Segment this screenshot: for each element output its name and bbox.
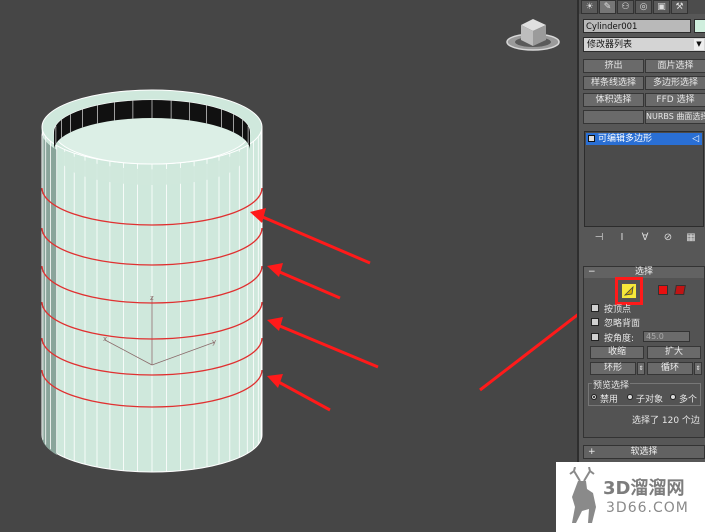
collapse-icon: − xyxy=(588,267,596,277)
loop-button[interactable]: 循环 xyxy=(647,362,693,375)
modifier-button-empty[interactable] xyxy=(583,110,644,124)
watermark-url: 3D66.COM xyxy=(606,500,689,516)
ignore-backfacing-checkbox[interactable] xyxy=(591,318,599,326)
modifier-list-dropdown[interactable]: 修改器列表 ▼ xyxy=(583,37,705,52)
show-end-result-icon[interactable]: Ⅰ xyxy=(616,232,628,244)
modifier-button-ffd-select[interactable]: FFD 选择 xyxy=(645,93,705,107)
by-vertex-checkbox[interactable] xyxy=(591,304,599,312)
poly-triangle-icon: ◁ xyxy=(692,134,699,144)
selection-status-text: 选择了 120 个边 xyxy=(632,416,700,426)
cylinder-mesh[interactable]: z x y xyxy=(41,89,263,473)
watermark: 3D溜溜网 3D66.COM xyxy=(556,462,705,532)
soft-selection-rollout: + 软选择 xyxy=(583,445,705,459)
modify-tab-brush-icon[interactable]: ✎ xyxy=(599,0,616,14)
preview-disabled-radio[interactable] xyxy=(591,394,597,400)
loop-spinner[interactable]: ⇕ xyxy=(694,362,702,375)
shrink-button[interactable]: 收缩 xyxy=(590,346,644,359)
modifier-button-extrude[interactable]: 挤出 xyxy=(583,59,644,73)
stack-toolbar: ⊣ Ⅰ ∀ ⊘ ▦ xyxy=(593,232,703,246)
viewport[interactable]: z x y xyxy=(0,0,577,532)
make-unique-icon[interactable]: ∀ xyxy=(639,232,651,244)
motion-tab-icon[interactable]: ◎ xyxy=(635,0,652,14)
ring-button[interactable]: 环形 xyxy=(590,362,636,375)
ring-spinner[interactable]: ⇕ xyxy=(637,362,645,375)
deer-logo xyxy=(569,467,596,523)
preview-subobject-label: 子对象 xyxy=(636,395,664,405)
by-vertex-label: 按顶点 xyxy=(604,305,632,315)
highlight-box xyxy=(615,277,643,305)
soft-selection-rollout-header[interactable]: + 软选择 xyxy=(584,446,704,458)
modifier-button-nurbs-surface-select[interactable]: NURBS 曲面选择 xyxy=(645,110,705,124)
polygon-subobject-icon[interactable] xyxy=(658,285,668,295)
remove-modifier-icon[interactable]: ⊘ xyxy=(662,232,674,244)
modifier-list-label: 修改器列表 xyxy=(587,40,633,50)
preview-selection-label: 预览选择 xyxy=(592,378,631,391)
stack-item-editable-poly[interactable]: 可编辑多边形 ◁ xyxy=(586,133,702,145)
selection-rollout: − 选择 按顶点 忽略背面 按角度: 45.0 收缩 扩大 环形 ⇕ 循环 ⇕ … xyxy=(583,266,705,438)
object-color-swatch[interactable] xyxy=(694,19,705,33)
grow-button[interactable]: 扩大 xyxy=(647,346,701,359)
preview-multi-radio[interactable] xyxy=(670,394,676,400)
element-subobject-icon[interactable] xyxy=(674,285,686,295)
object-name-field[interactable]: Cylinder001 xyxy=(583,19,691,33)
hierarchy-tab-icon[interactable]: ⚇ xyxy=(617,0,634,14)
watermark-brand: 3D溜溜网 xyxy=(603,478,685,499)
modifier-button-spline-select[interactable]: 样条线选择 xyxy=(583,76,644,90)
angle-spinner[interactable]: 45.0 xyxy=(643,331,690,342)
configure-sets-icon[interactable]: ▦ xyxy=(685,232,697,244)
annotation-arrows xyxy=(250,208,577,412)
modifier-stack: 可编辑多边形 ◁ xyxy=(584,131,704,227)
viewcube-icon[interactable] xyxy=(506,19,560,51)
gizmo-y-label: y xyxy=(212,338,216,346)
ignore-backfacing-label: 忽略背面 xyxy=(604,319,641,329)
modifier-button-patch-select[interactable]: 面片选择 xyxy=(645,59,705,73)
preview-multi-label: 多个 xyxy=(679,395,698,405)
modifier-button-poly-select[interactable]: 多边形选择 xyxy=(645,76,705,90)
command-panel-tabs: ☀ ✎ ⚇ ◎ ▣ ⚒ xyxy=(579,0,705,14)
stack-item-label: 可编辑多边形 xyxy=(598,134,653,144)
expand-toggle-icon[interactable] xyxy=(588,135,595,142)
utilities-tab-wrench-icon[interactable]: ⚒ xyxy=(671,0,688,14)
by-angle-checkbox[interactable] xyxy=(591,333,599,341)
display-tab-icon[interactable]: ▣ xyxy=(653,0,670,14)
selection-rollout-header[interactable]: − 选择 xyxy=(584,267,704,278)
expand-icon: + xyxy=(588,447,596,457)
by-angle-label: 按角度: xyxy=(604,334,635,344)
viewport-canvas[interactable]: z x y xyxy=(0,0,577,532)
preview-disabled-label: 禁用 xyxy=(600,395,619,405)
command-panel: ☀ ✎ ⚇ ◎ ▣ ⚒ Cylinder001 修改器列表 ▼ 挤出 面片选择 … xyxy=(577,0,705,532)
gizmo-z-label: z xyxy=(150,294,154,302)
create-tab-sun-icon[interactable]: ☀ xyxy=(581,0,598,14)
chevron-down-icon: ▼ xyxy=(694,39,704,50)
selection-rollout-title: 选择 xyxy=(634,267,653,277)
preview-subobject-radio[interactable] xyxy=(627,394,633,400)
soft-selection-title: 软选择 xyxy=(630,447,658,457)
modifier-button-volume-select[interactable]: 体积选择 xyxy=(583,93,644,107)
pin-stack-icon[interactable]: ⊣ xyxy=(593,232,605,244)
